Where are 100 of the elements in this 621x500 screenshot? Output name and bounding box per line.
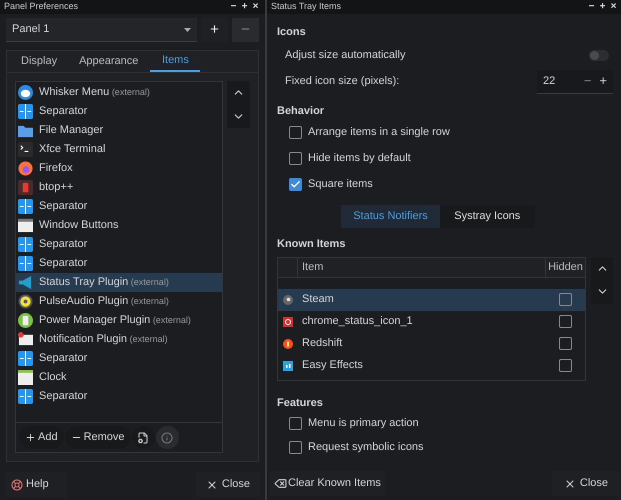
- table-row[interactable]: Redshift: [278, 332, 585, 354]
- item-name: Whisker Menu (external): [39, 85, 150, 100]
- lifebuoy-icon: [11, 478, 23, 490]
- item-name: Xfce Terminal: [39, 142, 106, 158]
- item-name: Clock: [39, 370, 67, 386]
- steam-icon: [283, 294, 293, 304]
- table-row[interactable]: Steam: [278, 288, 585, 310]
- list-item[interactable]: Status Tray Plugin (external): [16, 273, 222, 292]
- checkbox[interactable]: [558, 337, 572, 350]
- list-item[interactable]: btop++: [16, 178, 222, 197]
- section-heading: Features: [277, 396, 324, 410]
- checkbox[interactable]: [289, 178, 302, 191]
- checkbox[interactable]: [558, 315, 572, 328]
- item-name: Separator: [39, 389, 88, 404]
- toggle-switch[interactable]: [589, 50, 609, 61]
- list-item[interactable]: Xfce Terminal: [16, 140, 222, 159]
- document-gear-icon: [137, 432, 150, 444]
- title-button[interactable]: ×: [250, 2, 261, 12]
- list-item[interactable]: File Manager: [16, 121, 222, 140]
- checkbox-label: Request symbolic icons: [308, 440, 424, 455]
- item-name: Window Buttons: [39, 218, 118, 234]
- window-title: Panel Preferences: [4, 0, 80, 14]
- checkbox[interactable]: [558, 293, 572, 306]
- item-name: Separator: [39, 199, 88, 214]
- remove-panel-button[interactable]: −: [232, 18, 259, 42]
- icon-size-spinner[interactable]: 22 − +: [537, 70, 613, 94]
- checkbox[interactable]: [289, 152, 302, 165]
- fox-globe-icon: [18, 161, 33, 176]
- remove-button[interactable]: Remove: [64, 426, 131, 449]
- tab[interactable]: Display: [11, 51, 68, 72]
- about-button[interactable]: [156, 426, 179, 449]
- mouse-logo-icon: [18, 85, 33, 100]
- list-item[interactable]: Firefox: [16, 159, 222, 178]
- title-button[interactable]: +: [239, 2, 250, 12]
- list-item[interactable]: Separator: [16, 197, 222, 216]
- close-icon: [206, 478, 218, 490]
- list-item[interactable]: Separator: [16, 235, 222, 254]
- section-heading: Known Items: [277, 237, 346, 252]
- square-icon: [283, 316, 293, 326]
- section-heading: Icons: [277, 25, 307, 40]
- item-name: File Manager: [39, 123, 104, 138]
- gauge-icon: [18, 180, 33, 195]
- item-name: Firefox: [39, 161, 73, 176]
- increment-button[interactable]: +: [599, 71, 607, 91]
- title-button[interactable]: −: [586, 2, 597, 12]
- checkbox[interactable]: [289, 440, 302, 454]
- list-item[interactable]: Whisker Menu (external): [16, 83, 222, 102]
- item-name: Separator: [39, 351, 88, 366]
- column-header[interactable]: Item: [298, 258, 545, 276]
- checkbox-label: Hide items by default: [308, 151, 411, 166]
- title-button[interactable]: −: [228, 2, 239, 12]
- list-item[interactable]: Notification Plugin (external): [16, 330, 222, 349]
- checkbox-label: Square items: [308, 177, 373, 192]
- bulb-icon: [283, 338, 293, 348]
- folder-icon: [18, 123, 33, 138]
- separator-icon: [18, 351, 33, 366]
- list-item[interactable]: Separator: [16, 102, 222, 121]
- tab[interactable]: Items: [150, 51, 200, 72]
- title-button[interactable]: +: [597, 2, 608, 12]
- column-header[interactable]: Hidden: [545, 258, 585, 276]
- checkbox[interactable]: [289, 416, 302, 430]
- item-settings-button[interactable]: [132, 426, 155, 449]
- add-button[interactable]: Add: [19, 426, 64, 449]
- table-row[interactable]: chrome_status_icon_1: [278, 310, 585, 332]
- checkbox[interactable]: [558, 359, 572, 372]
- dropdown-caret-icon: [184, 28, 191, 32]
- segmented-tab[interactable]: Status Notifiers: [341, 205, 440, 228]
- segmented-tab[interactable]: Systray Icons: [440, 205, 535, 228]
- item-name: PulseAudio Plugin (external): [39, 294, 169, 310]
- checkbox[interactable]: [289, 126, 302, 139]
- panel-dropdown[interactable]: Panel 1: [6, 18, 197, 42]
- list-item[interactable]: Power Manager Plugin (external): [16, 311, 222, 330]
- list-item[interactable]: Separator: [16, 387, 222, 406]
- list-item[interactable]: PulseAudio Plugin (external): [16, 292, 222, 311]
- item-name: btop++: [39, 180, 74, 196]
- list-item[interactable]: Separator: [16, 254, 222, 273]
- tab[interactable]: Appearance: [69, 51, 148, 72]
- speaker-icon: [18, 294, 33, 309]
- separator-icon: [18, 237, 33, 252]
- title-button[interactable]: ×: [608, 2, 619, 12]
- window-title: Status Tray Items: [271, 0, 342, 14]
- close-icon: [564, 478, 576, 490]
- separator-icon: [18, 104, 33, 119]
- window-icon: [18, 218, 33, 233]
- table-cell-text: chrome_status_icon_1: [301, 314, 414, 330]
- terminal-icon: [18, 142, 33, 157]
- table-cell-text: Easy Effects: [301, 358, 364, 374]
- list-item[interactable]: Window Buttons: [16, 216, 222, 235]
- item-name: Separator: [39, 104, 88, 120]
- item-name: Status Tray Plugin (external): [39, 275, 169, 290]
- list-item[interactable]: Clock: [16, 368, 222, 387]
- item-name: Separator: [39, 237, 88, 252]
- table-row[interactable]: Easy Effects: [278, 354, 585, 376]
- notification-icon: [18, 332, 33, 347]
- list-item[interactable]: Separator: [16, 349, 222, 368]
- item-name: Power Manager Plugin (external): [39, 313, 191, 328]
- separator-icon: [18, 199, 33, 214]
- option-label: Fixed icon size (pixels):: [285, 74, 400, 90]
- decrement-button[interactable]: −: [584, 71, 592, 91]
- checkbox-label: Menu is primary action: [308, 416, 419, 431]
